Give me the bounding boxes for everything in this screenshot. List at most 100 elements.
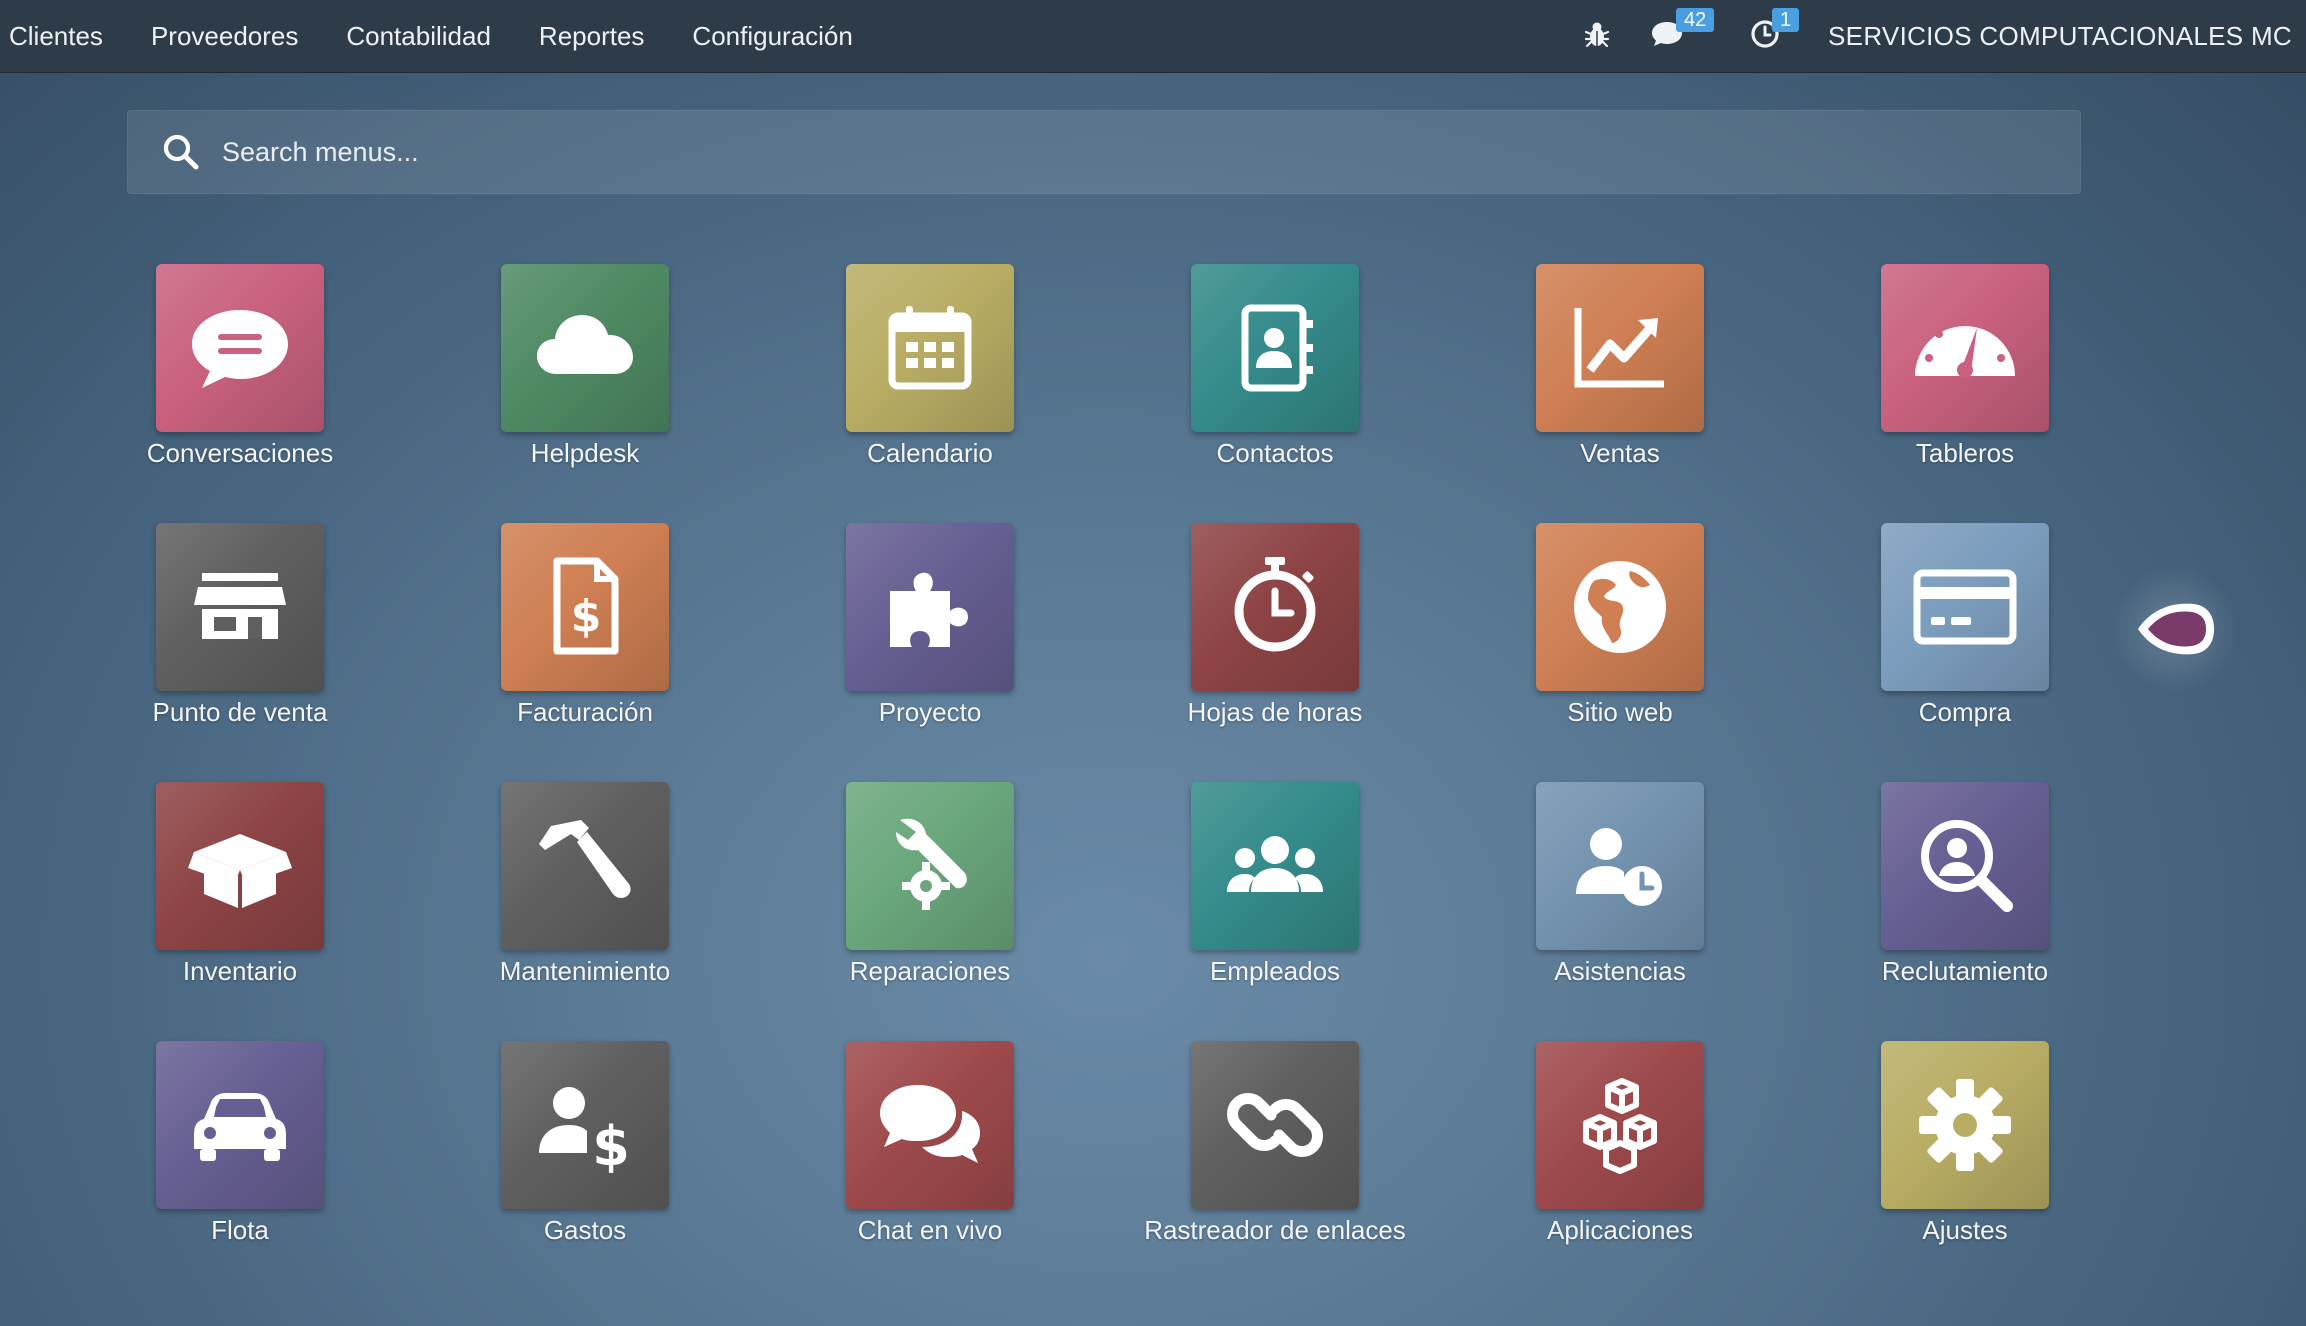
app-tile	[1536, 1041, 1704, 1209]
app-flota[interactable]: Flota	[70, 1041, 410, 1281]
invoice-dollar-icon: $	[553, 557, 619, 655]
app-label: Flota	[211, 1215, 269, 1245]
credit-card-icon	[1913, 569, 2017, 645]
app-tile	[1536, 523, 1704, 691]
app-tile	[156, 264, 324, 432]
app-tile	[846, 782, 1014, 950]
app-grid: Conversaciones Helpdesk Calendario Conta…	[0, 0, 2306, 1326]
app-tile: $	[501, 523, 669, 691]
app-tile	[1881, 1041, 2049, 1209]
cloud-icon	[537, 315, 633, 374]
app-label: Inventario	[182, 956, 298, 986]
app-rastreador-de-enlaces[interactable]: Rastreador de enlaces	[1105, 1041, 1445, 1281]
app-label: Asistencias	[1554, 956, 1686, 986]
app-mantenimiento[interactable]: Mantenimiento	[415, 782, 755, 1022]
app-inventario[interactable]: Inventario	[70, 782, 410, 1022]
app-reparaciones[interactable]: Reparaciones	[760, 782, 1100, 1022]
calendar-icon	[888, 306, 972, 390]
app-empleados[interactable]: Empleados	[1105, 782, 1445, 1022]
app-label: Calendario	[867, 438, 993, 468]
stopwatch-icon	[1234, 557, 1316, 652]
activities-button[interactable]: 1	[1730, 0, 1820, 72]
app-label: Punto de venta	[152, 697, 328, 727]
search-input[interactable]	[222, 136, 2022, 168]
hammer-icon	[539, 820, 631, 898]
search-icon	[162, 133, 200, 171]
app-gastos[interactable]: $ Gastos	[415, 1041, 755, 1281]
app-label: Tableros	[1915, 438, 2015, 468]
app-tile: $	[501, 1041, 669, 1209]
company-switcher[interactable]: SERVICIOS COMPUTACIONALES MC	[1820, 21, 2292, 52]
app-tile	[501, 264, 669, 432]
wrench-gear-icon	[896, 818, 967, 910]
comments-icon	[880, 1085, 980, 1163]
app-chat-en-vivo[interactable]: Chat en vivo	[760, 1041, 1100, 1281]
app-asistencias[interactable]: Asistencias	[1450, 782, 1790, 1022]
menu-proveedores[interactable]: Proveedores	[127, 0, 322, 72]
address-book-icon	[1241, 304, 1313, 392]
debug-button[interactable]	[1564, 0, 1630, 72]
app-conversaciones[interactable]: Conversaciones	[70, 264, 410, 504]
bug-icon	[1584, 20, 1610, 53]
app-compra[interactable]: Compra	[1795, 523, 2135, 763]
app-label: Rastreador de enlaces	[1144, 1215, 1406, 1245]
app-calendario[interactable]: Calendario	[760, 264, 1100, 504]
app-tableros[interactable]: Tableros	[1795, 264, 2135, 504]
app-label: Contactos	[1216, 438, 1334, 468]
app-hojas-de-horas[interactable]: Hojas de horas	[1105, 523, 1445, 763]
app-facturacion[interactable]: $ Facturación	[415, 523, 755, 763]
svg-text:$: $	[592, 1115, 630, 1178]
app-ajustes[interactable]: Ajustes	[1795, 1041, 2135, 1281]
app-label: Gastos	[543, 1215, 627, 1245]
menu-configuracion[interactable]: Configuración	[668, 0, 876, 72]
app-label: Mantenimiento	[499, 956, 671, 986]
app-label: Ajustes	[1922, 1215, 2008, 1245]
app-label: Hojas de horas	[1187, 697, 1363, 727]
app-label: Conversaciones	[146, 438, 334, 468]
messages-button[interactable]: 42	[1630, 0, 1730, 72]
user-search-icon	[1921, 820, 2013, 912]
activities-count-badge: 1	[1772, 8, 1800, 32]
systray: 42 1 SERVICIOS COMPUTACIONALES MC	[1564, 0, 2292, 72]
app-label: Compra	[1918, 697, 2012, 727]
app-ventas[interactable]: Ventas	[1450, 264, 1790, 504]
app-label: Ventas	[1580, 438, 1660, 468]
app-label: Empleados	[1209, 956, 1341, 986]
app-tile	[1881, 523, 2049, 691]
app-label: Helpdesk	[530, 438, 640, 468]
app-punto-de-venta[interactable]: Punto de venta	[70, 523, 410, 763]
app-proyecto[interactable]: Proyecto	[760, 523, 1100, 763]
app-reclutamiento[interactable]: Reclutamiento	[1795, 782, 2135, 1022]
app-tile	[156, 782, 324, 950]
chat-bubble-icon	[192, 310, 288, 388]
gear-icon	[1919, 1079, 2011, 1171]
app-tile	[846, 1041, 1014, 1209]
puzzle-icon	[890, 572, 968, 647]
menu-reportes[interactable]: Reportes	[515, 0, 669, 72]
svg-text:$: $	[571, 591, 602, 642]
app-tile	[1191, 782, 1359, 950]
main-menu: Clientes Proveedores Contabilidad Report…	[0, 0, 877, 72]
app-tile	[1536, 782, 1704, 950]
app-tile	[1881, 782, 2049, 950]
app-label: Reclutamiento	[1881, 956, 2049, 986]
app-helpdesk[interactable]: Helpdesk	[415, 264, 755, 504]
app-label: Chat en vivo	[857, 1215, 1003, 1245]
open-box-icon	[188, 834, 292, 908]
globe-icon	[1574, 561, 1666, 653]
cubes-icon	[1583, 1078, 1657, 1174]
store-icon	[194, 573, 286, 639]
app-aplicaciones[interactable]: Aplicaciones	[1450, 1041, 1790, 1281]
app-tile	[1881, 264, 2049, 432]
chart-line-icon	[1574, 308, 1664, 388]
menu-contabilidad[interactable]: Contabilidad	[322, 0, 515, 72]
app-sitio-web[interactable]: Sitio web	[1450, 523, 1790, 763]
app-tile	[156, 1041, 324, 1209]
app-tile	[1191, 264, 1359, 432]
app-tile	[1191, 1041, 1359, 1209]
app-contactos[interactable]: Contactos	[1105, 264, 1445, 504]
menu-search-bar	[127, 110, 2081, 194]
menu-clientes[interactable]: Clientes	[0, 0, 127, 72]
assistant-bubble-button[interactable]	[2108, 567, 2242, 691]
app-label: Reparaciones	[849, 956, 1011, 986]
